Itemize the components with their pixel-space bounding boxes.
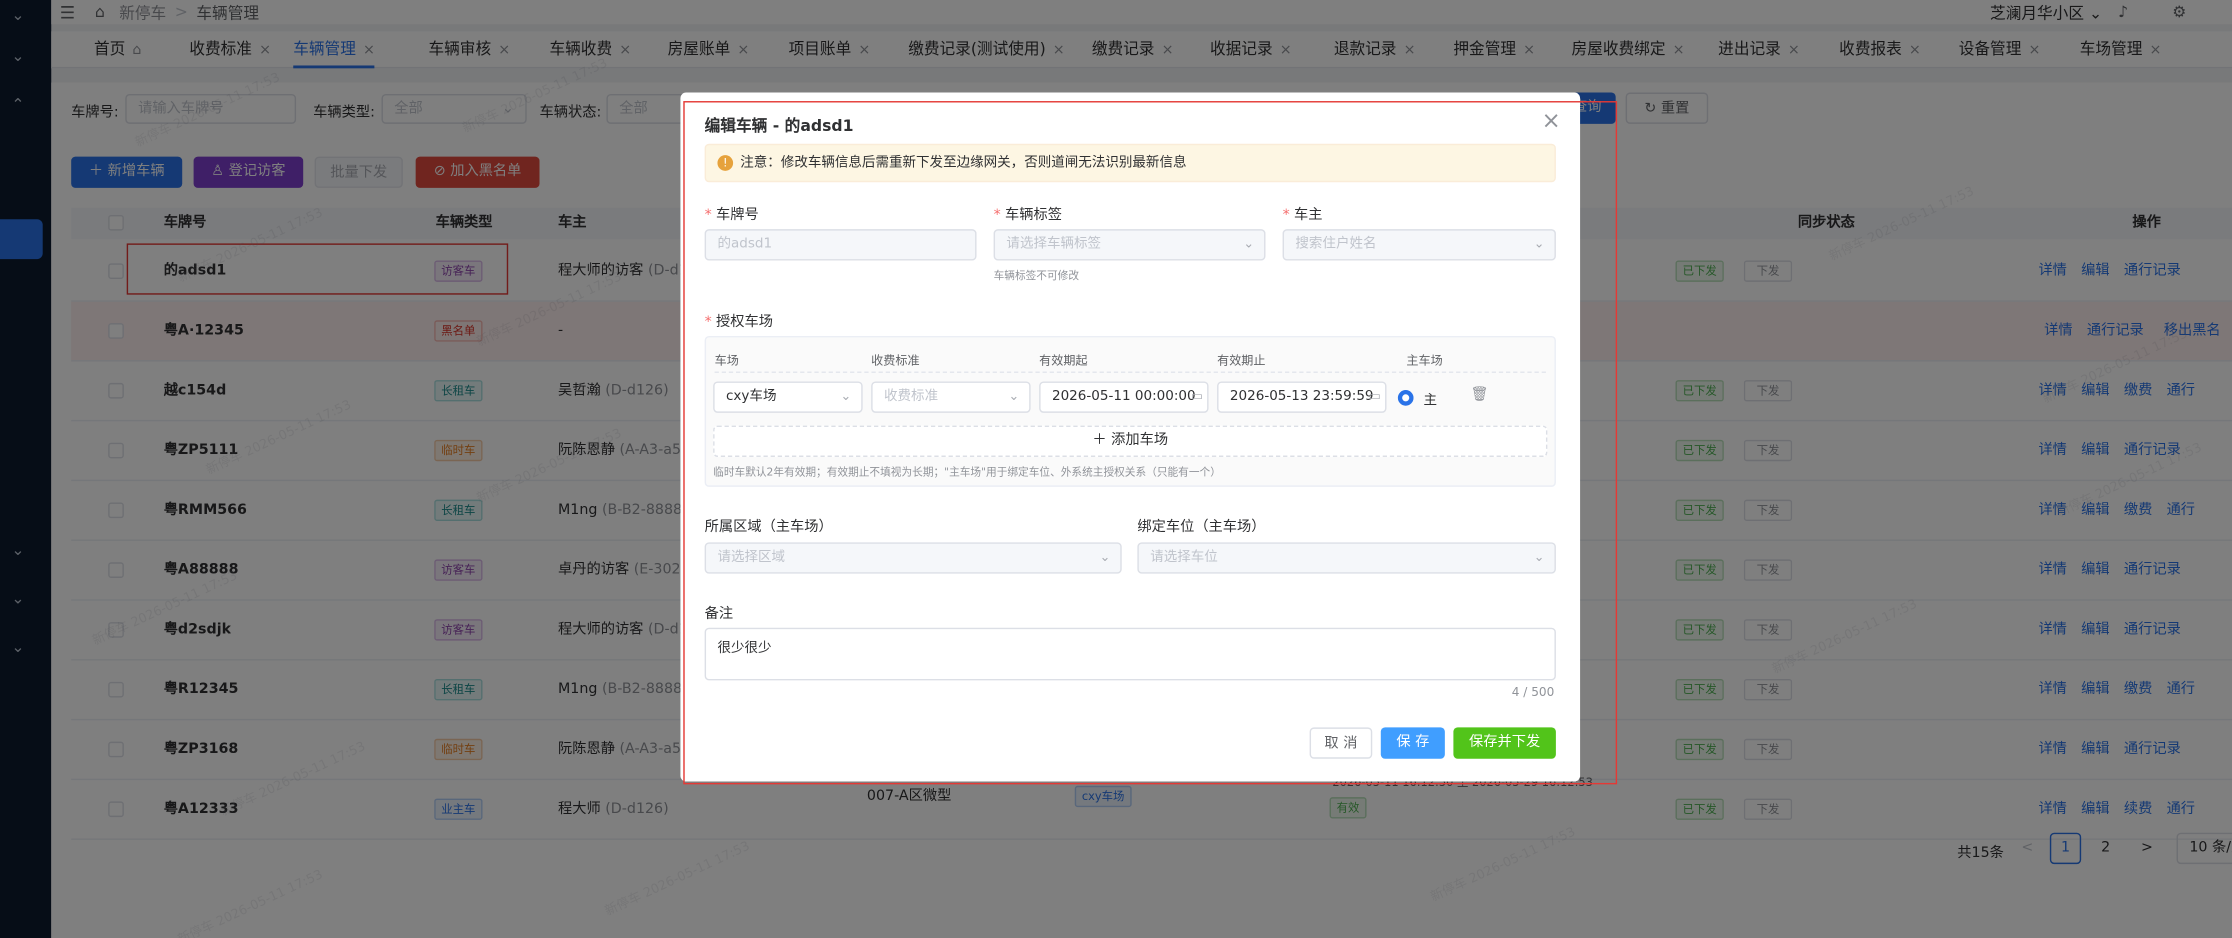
- screen: ⌄ ⌄ ⌃ ⌄ ⌄ ⌄ ☰ ⌂ 新停车 > 车辆管理 芝澜月华小区 ⌄ ♪ ⚙ …: [0, 0, 2232, 938]
- highlight-box-dialog: [683, 101, 1618, 785]
